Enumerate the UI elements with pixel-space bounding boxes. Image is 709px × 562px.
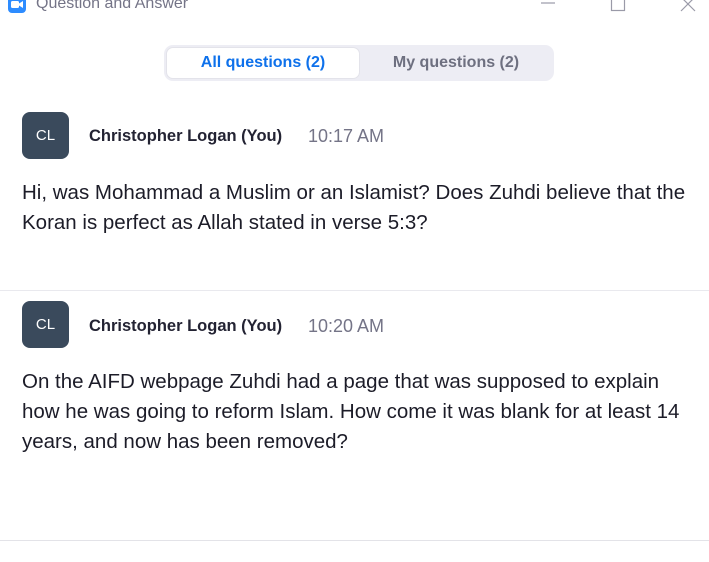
question-time: 10:20 AM xyxy=(308,316,385,336)
question-author: Christopher Logan (You) xyxy=(89,317,283,335)
close-button[interactable] xyxy=(676,0,700,14)
qa-window: Question and Answer All questions (2) My… xyxy=(0,0,709,562)
tab-all-questions[interactable]: All questions (2) xyxy=(166,47,360,79)
title-bar: Question and Answer xyxy=(0,0,709,16)
zoom-app-icon xyxy=(8,0,26,13)
question-time: 10:17 AM xyxy=(308,126,385,146)
question-item: CL Christopher Logan (You) 10:20 AM On t… xyxy=(0,290,709,541)
avatar: CL xyxy=(22,301,69,348)
question-item: CL Christopher Logan (You) 10:17 AM Hi, … xyxy=(0,112,709,290)
close-icon xyxy=(680,0,696,12)
minimize-icon xyxy=(541,2,555,4)
question-text: Hi, was Mohammad a Muslim or an Islamist… xyxy=(22,181,686,234)
maximize-button[interactable] xyxy=(606,0,630,14)
minimize-button[interactable] xyxy=(536,0,560,14)
window-title: Question and Answer xyxy=(36,0,189,12)
question-author: Christopher Logan (You) xyxy=(89,127,283,145)
question-filter-tabs: All questions (2) My questions (2) xyxy=(164,45,554,81)
avatar: CL xyxy=(22,112,69,159)
question-text: On the AIFD webpage Zuhdi had a page tha… xyxy=(22,370,680,453)
tab-my-questions[interactable]: My questions (2) xyxy=(360,47,552,79)
maximize-icon xyxy=(610,0,626,12)
